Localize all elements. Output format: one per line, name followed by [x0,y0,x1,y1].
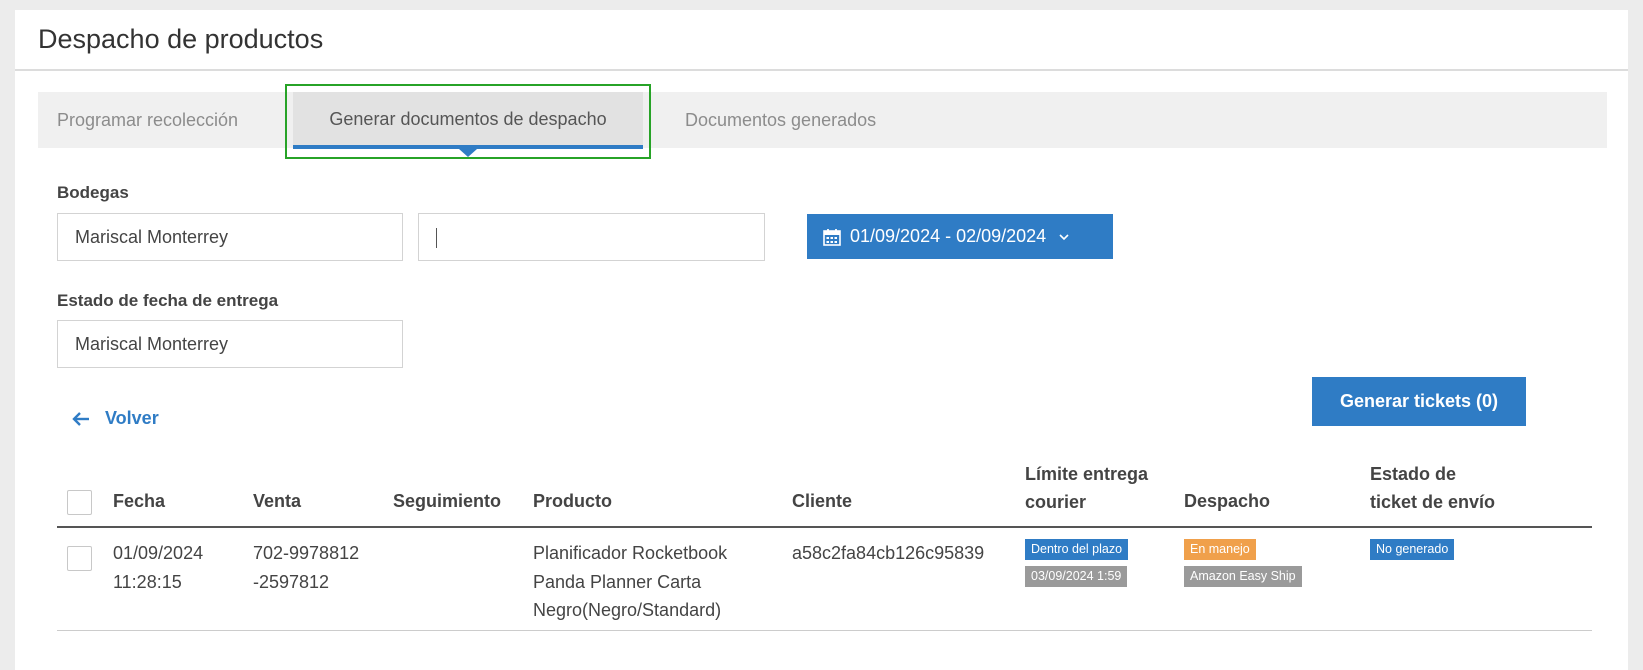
page-title: Despacho de productos [38,24,324,54]
calendar-icon [823,228,841,246]
cell-producto: Planificador Rocketbook Panda Planner Ca… [533,539,727,625]
header-producto: Producto [533,491,612,511]
header-seguimiento: Seguimiento [393,491,502,511]
limite-status-badge: Dentro del plazo [1025,539,1129,560]
row-divider [57,630,1592,631]
header-estado-ticket: Estado de ticket de envío [1370,460,1495,516]
generate-tickets-button[interactable]: Generar tickets (0) [1312,377,1526,426]
estado-fecha-label: Estado de fecha de entrega [57,291,279,310]
date-range-value: 01/09/2024 - 02/09/2024 [850,226,1047,246]
table-header-divider [57,526,1592,528]
back-label: Volver [105,408,159,428]
back-link[interactable]: Volver [72,408,159,429]
estado-fecha-select[interactable]: Mariscal Monterrey [57,320,403,368]
main-panel: Despacho de productos Programar recolecc… [15,10,1628,670]
ticket-status-badge: No generado [1370,539,1455,560]
cell-producto-line-1: Planificador Rocketbook [533,543,728,563]
cell-venta-line-1: 702-9978812 [253,543,360,563]
chevron-down-icon [1059,233,1069,240]
header-limite-entrega: Límite entrega courier [1025,460,1148,516]
cell-cliente: a58c2fa84cb126c95839 [792,543,985,563]
limite-date-badge: 03/09/2024 1:59 [1025,566,1128,587]
despacho-courier-badge: Amazon Easy Ship [1184,566,1302,587]
header-limite-line-1: Límite entrega [1025,464,1149,484]
cell-venta: 702-9978812 -2597812 [253,539,359,596]
bodegas-label: Bodegas [57,183,129,202]
cell-fecha: 01/09/2024 11:28:15 [113,539,203,596]
title-divider [15,69,1628,71]
cell-venta-line-2: -2597812 [253,571,330,592]
header-cliente: Cliente [792,491,853,511]
header-despacho: Despacho [1184,491,1271,511]
secondary-input[interactable] [418,213,765,261]
despacho-status-badge: En manejo [1184,539,1256,560]
row-checkbox[interactable] [67,546,92,571]
cell-producto-line-3: Negro(Negro/Standard) [533,600,722,620]
header-limite-line-2: courier [1025,492,1087,512]
header-estado-line-2: ticket de envío [1370,492,1496,512]
tab-bar: Programar recolección Generar documentos… [38,92,1607,157]
select-all-checkbox[interactable] [67,490,92,515]
arrow-left-icon [72,411,89,426]
tab-highlight-box [285,84,651,159]
date-range-picker[interactable]: 01/09/2024 - 02/09/2024 [807,214,1113,259]
header-venta: Venta [253,491,302,511]
tab-programar-recoleccion[interactable]: Programar recolección [57,92,238,148]
header-fecha: Fecha [113,491,166,511]
text-cursor [436,228,437,249]
bodegas-select[interactable]: Mariscal Monterrey [57,213,403,261]
cell-producto-line-2: Panda Planner Carta [533,571,702,592]
cell-fecha-time: 11:28:15 [113,571,182,592]
tab-documentos-generados[interactable]: Documentos generados [685,92,876,148]
header-estado-line-1: Estado de [1370,464,1457,484]
cell-fecha-date: 01/09/2024 [113,543,204,563]
